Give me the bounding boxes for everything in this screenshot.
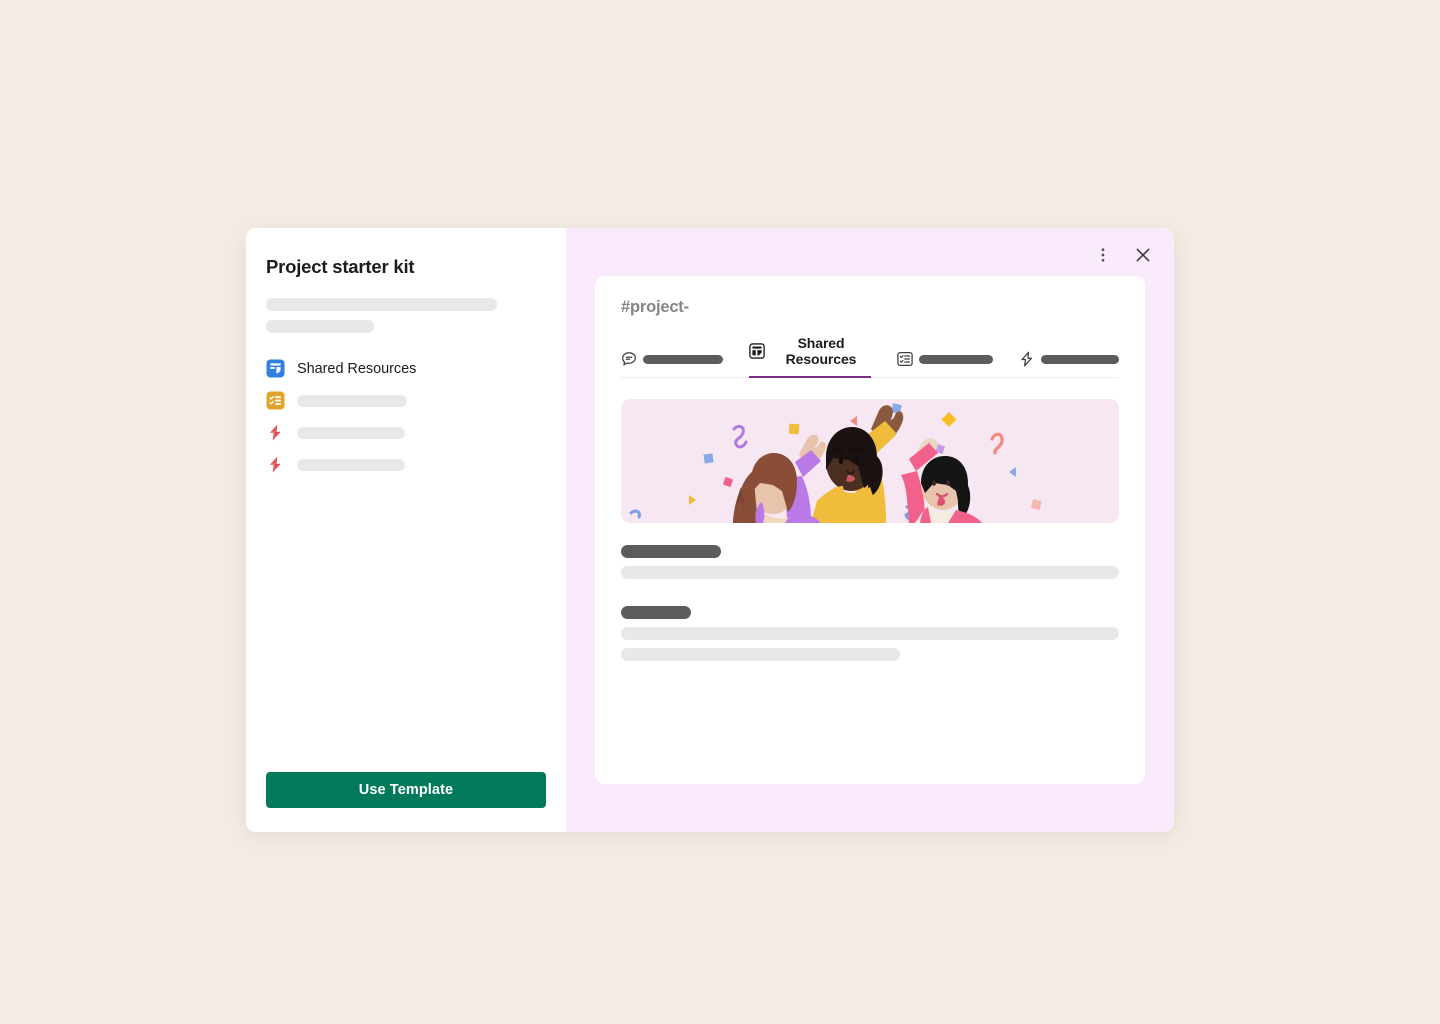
channel-name: #project- [621, 298, 689, 316]
screen: Project starter kit Shared Resources Use… [0, 0, 1440, 1024]
list-item[interactable]: Shared Resources [266, 358, 546, 379]
template-preview-modal: Project starter kit Shared Resources Use… [246, 228, 1174, 832]
heading-2-placeholder [621, 606, 691, 619]
list-item[interactable] [266, 422, 546, 443]
channel-preview-card: #project- Shared Resources [595, 276, 1145, 784]
window-actions [1090, 242, 1156, 268]
page-title: Project starter kit [266, 256, 415, 277]
tab-shared-resources[interactable]: Shared Resources [749, 335, 871, 378]
description-line-1-placeholder [266, 298, 497, 311]
paragraph-1-placeholder [621, 566, 1119, 579]
canvas-icon [749, 343, 765, 359]
resources-list: Shared Resources [266, 358, 546, 475]
paragraph-2-placeholder [621, 627, 1119, 640]
template-details-panel: Project starter kit Shared Resources Use… [246, 228, 566, 832]
canvas-icon [266, 359, 285, 378]
list-item[interactable] [266, 390, 546, 411]
more-options-icon [1101, 248, 1105, 262]
workflow-bolt-icon [269, 456, 281, 473]
workflow-bolt-icon [269, 424, 281, 441]
close-button[interactable] [1130, 242, 1156, 268]
use-template-button[interactable]: Use Template [266, 772, 546, 808]
list-item-label-placeholder [297, 426, 405, 439]
description-line-2-placeholder [266, 320, 374, 333]
paragraph-3-placeholder [621, 648, 900, 661]
tab-lists[interactable] [897, 351, 993, 378]
preview-card-header: #project- Shared Resources [595, 276, 1145, 378]
celebration-illustration [621, 399, 1119, 523]
tab-messages[interactable] [621, 351, 723, 378]
tab-workflows[interactable] [1019, 351, 1119, 378]
list-item-label: Shared Resources [297, 360, 417, 377]
close-icon [1136, 248, 1150, 262]
tab-label-placeholder [1041, 354, 1119, 364]
workflow-bolt-icon [1021, 351, 1033, 367]
content-placeholders [621, 545, 1119, 661]
heading-1-placeholder [621, 545, 721, 558]
more-options-button[interactable] [1090, 242, 1116, 268]
list-icon [897, 351, 913, 367]
messages-icon [622, 352, 636, 366]
tab-label-placeholder [919, 354, 993, 364]
preview-card-body [595, 378, 1145, 784]
list-item-label-placeholder [297, 458, 405, 471]
template-preview-panel: #project- Shared Resources [566, 228, 1174, 832]
tab-bar: Shared Resources [621, 335, 1119, 378]
list-icon [266, 391, 285, 410]
list-item[interactable] [266, 454, 546, 475]
tab-label: Shared Resources [785, 335, 857, 367]
list-item-label-placeholder [297, 394, 407, 407]
tab-label-placeholder [643, 354, 723, 364]
